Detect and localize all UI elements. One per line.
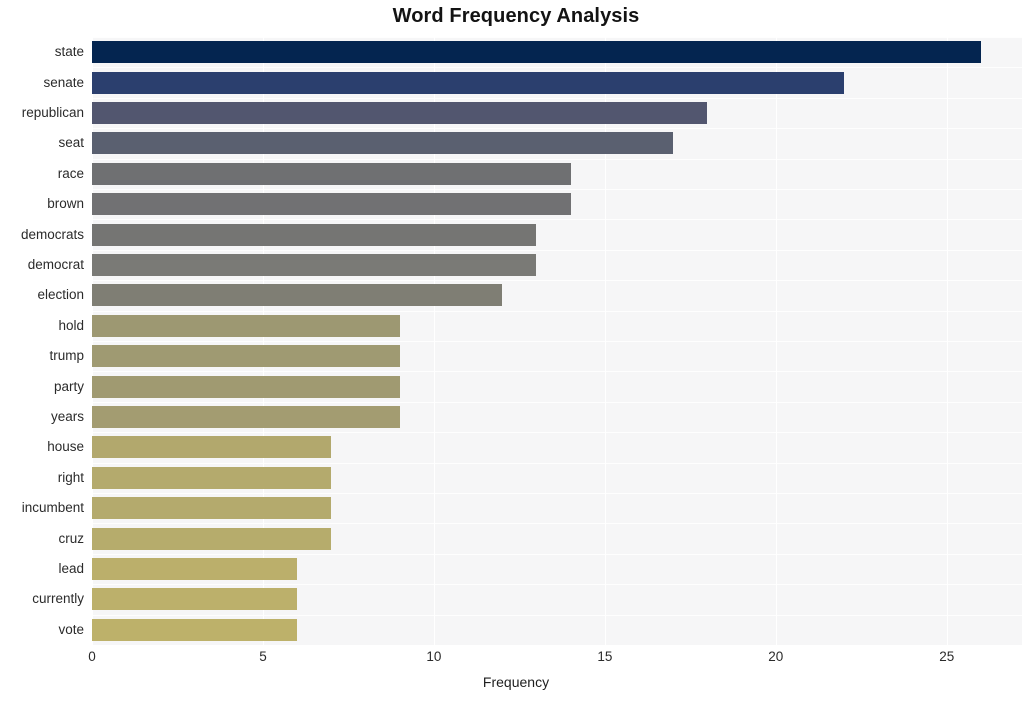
y-tick-label-lead: lead — [58, 561, 84, 576]
y-tick-label-race: race — [57, 165, 84, 181]
y-tick-label-right: right — [57, 469, 84, 485]
y-tick-label-seat: seat — [58, 135, 84, 151]
y-tick-label-election: election — [37, 287, 84, 303]
y-tick-label-senate: senate — [43, 74, 84, 90]
y-tick-label-hold: hold — [58, 317, 84, 333]
y-tick-label-republican: republican — [21, 105, 84, 120]
x-tick-label-0: 0 — [88, 649, 96, 664]
y-tick-label-democrats: democrats — [20, 226, 84, 242]
y-tick-label-house: house — [47, 439, 84, 455]
x-tick-label-15: 15 — [597, 649, 613, 664]
x-axis-tick-labels: 0 5 10 15 20 25 — [88, 649, 1022, 673]
y-tick-label-cruz: cruz — [58, 530, 84, 546]
y-tick-label-trump: trump — [49, 348, 84, 364]
x-tick-label-20: 20 — [768, 649, 784, 664]
y-tick-label-democrat: democrat — [27, 257, 84, 272]
y-tick-label-brown: brown — [47, 196, 84, 212]
chart-figure: Word Frequency Analysis state senate repub… — [0, 0, 1032, 701]
y-tick-label-currently: currently — [32, 591, 84, 607]
chart-title: Word Frequency Analysis — [392, 5, 640, 27]
y-tick-label-state: state — [54, 44, 84, 60]
y-tick-label-years: years — [50, 409, 84, 424]
y-tick-label-vote: vote — [58, 621, 84, 637]
y-tick-label-incumbent: incumbent — [21, 500, 84, 516]
x-axis-label: Frequency — [482, 674, 550, 690]
x-tick-label-10: 10 — [426, 649, 442, 664]
x-tick-label-25: 25 — [939, 649, 955, 664]
y-tick-label-party: party — [53, 378, 84, 394]
x-tick-label-5: 5 — [259, 649, 267, 664]
y-axis-tick-labels: state senate republican seat race brown democr… — [0, 37, 1032, 645]
